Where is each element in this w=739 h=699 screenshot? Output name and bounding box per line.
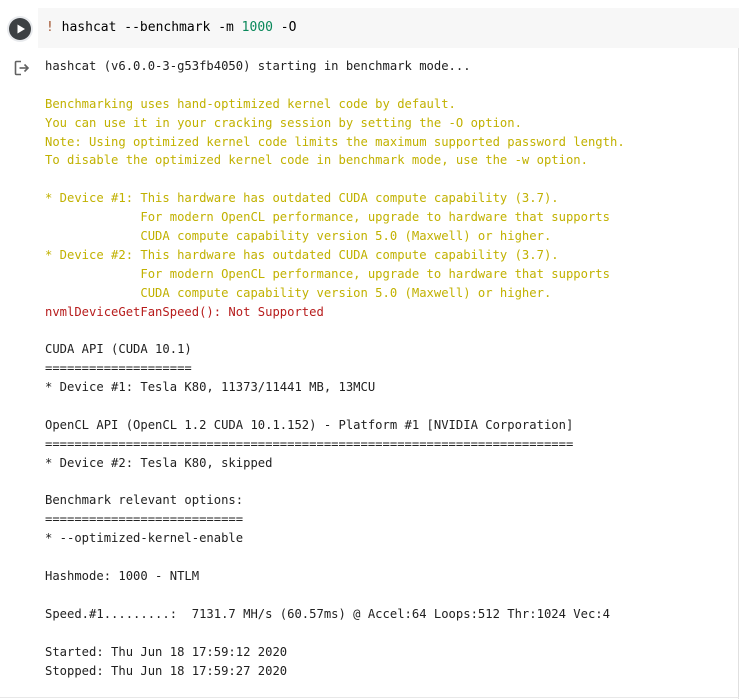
output-warning-line: You can use it in your cracking session … <box>45 115 522 130</box>
output-line: Speed.#1.........: 7131.7 MH/s (60.57ms)… <box>45 606 610 621</box>
output-line: Benchmark relevant options: <box>45 493 244 508</box>
output-warning-line: Note: Using optimized kernel code limits… <box>45 134 625 149</box>
cell-output: hashcat (v6.0.0-3-g53fb4050) starting in… <box>45 57 735 680</box>
output-line: Stopped: Thu Jun 18 17:59:27 2020 <box>45 663 288 678</box>
output-line: * --optimized-kernel-enable <box>45 531 244 546</box>
output-redirect-icon[interactable] <box>13 59 31 77</box>
output-line: * Device #2: Tesla K80, skipped <box>45 455 273 470</box>
output-line: ==================== <box>45 361 192 376</box>
cell-border-bottom <box>0 697 739 698</box>
command-text: hashcat --benchmark -m <box>53 20 242 35</box>
output-line: Hashmode: 1000 - NTLM <box>45 569 200 584</box>
output-warning-line: CUDA compute capability version 5.0 (Max… <box>45 285 552 300</box>
play-icon <box>17 24 25 34</box>
output-warning-line: For modern OpenCL performance, upgrade t… <box>45 266 610 281</box>
command-flag: -O <box>272 20 297 35</box>
output-line: CUDA API (CUDA 10.1) <box>45 342 192 357</box>
output-line: =========================== <box>45 512 244 527</box>
code-input-row: ! hashcat --benchmark -m 1000 -O <box>0 8 739 48</box>
output-warning-line: For modern OpenCL performance, upgrade t… <box>45 210 610 225</box>
notebook-code-cell: ! hashcat --benchmark -m 1000 -O hashcat… <box>0 0 739 699</box>
output-line: ========================================… <box>45 436 574 451</box>
run-cell-button[interactable] <box>9 18 31 40</box>
output-line: OpenCL API (OpenCL 1.2 CUDA 10.1.152) - … <box>45 417 574 432</box>
shell-bang: ! <box>46 20 54 35</box>
command-mode-number: 1000 <box>241 20 273 35</box>
output-warning-line: To disable the optimized kernel code in … <box>45 153 588 168</box>
output-warning-line: * Device #2: This hardware has outdated … <box>45 247 559 262</box>
output-warning-line: CUDA compute capability version 5.0 (Max… <box>45 229 552 244</box>
output-line: hashcat (v6.0.0-3-g53fb4050) starting in… <box>45 59 471 73</box>
output-warning-line: * Device #1: This hardware has outdated … <box>45 191 559 206</box>
code-editor[interactable]: ! hashcat --benchmark -m 1000 -O <box>38 8 739 48</box>
output-warning-line: Benchmarking uses hand-optimized kernel … <box>45 96 456 111</box>
output-error-line: nvmlDeviceGetFanSpeed(): Not Supported <box>45 304 324 319</box>
output-line: * Device #1: Tesla K80, 11373/11441 MB, … <box>45 380 376 395</box>
output-line: Started: Thu Jun 18 17:59:12 2020 <box>45 644 288 659</box>
